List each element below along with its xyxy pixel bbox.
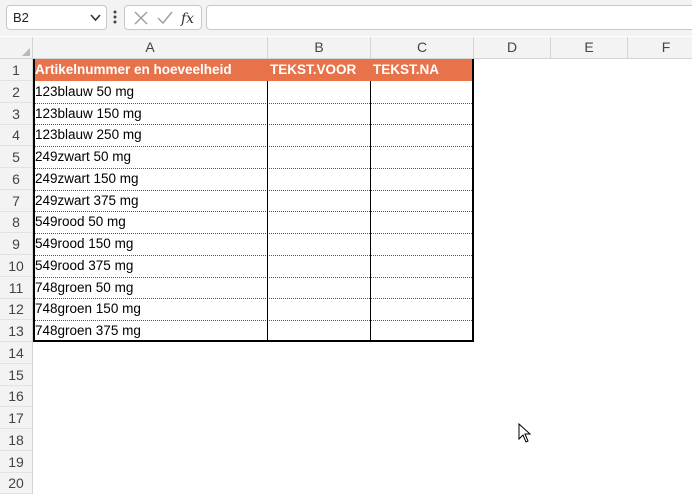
svg-text:fx: fx [180,11,194,26]
row-header[interactable]: 17 [0,407,32,429]
row-header[interactable]: 2 [0,81,32,103]
select-all-button[interactable] [0,37,33,58]
row-header[interactable]: 4 [0,124,32,147]
table-header-cell[interactable]: TEKST.NA [371,59,474,81]
column-header-c[interactable]: C [371,37,474,58]
table-cell[interactable]: 549rood 375 mg [33,255,268,277]
table-cell[interactable]: 549rood 150 mg [33,233,268,255]
table-cell[interactable]: 549rood 50 mg [33,211,268,233]
column-header-b[interactable]: B [268,37,371,58]
column-header-bar: A B C D E F [0,37,692,59]
name-box[interactable]: B2 [6,5,107,30]
column-header-a[interactable]: A [33,37,268,58]
name-box-value: B2 [13,10,29,25]
table-cell[interactable]: 748groen 50 mg [33,277,268,299]
table-header-cell[interactable]: TEKST.VOOR [268,59,371,81]
chevron-down-icon[interactable] [89,11,102,24]
row-header[interactable]: 10 [0,255,32,277]
table-header-cell[interactable]: Artikelnummer en hoeveelheid [33,59,268,81]
formula-bar: B2 fx [0,0,692,36]
column-header-d[interactable]: D [474,37,551,58]
row-header[interactable]: 8 [0,211,32,234]
checkmark-icon[interactable] [157,10,173,26]
table-cell[interactable]: 249zwart 150 mg [33,168,268,190]
formula-actions: fx [124,5,202,30]
sheet-grid: Artikelnummer en hoeveelheid TEKST.VOOR … [33,59,692,494]
table-cell[interactable]: 748groen 375 mg [33,320,268,342]
row-header[interactable]: 5 [0,146,32,168]
table-cell[interactable]: 123blauw 250 mg [33,124,268,146]
row-header[interactable]: 20 [0,472,32,494]
row-header[interactable]: 15 [0,364,32,386]
cancel-x-icon[interactable] [133,10,149,26]
table-cell[interactable]: 123blauw 50 mg [33,81,268,103]
row-header[interactable]: 1 [0,59,32,81]
column-header-e[interactable]: E [551,37,628,58]
row-header[interactable]: 19 [0,451,32,473]
row-header[interactable]: 16 [0,385,32,408]
formula-input[interactable] [206,5,692,30]
row-header[interactable]: 7 [0,190,32,212]
row-header[interactable]: 9 [0,233,32,255]
mouse-pointer-icon [518,423,532,443]
row-header[interactable]: 18 [0,429,32,451]
column-header-f[interactable]: F [628,37,692,58]
row-header[interactable]: 14 [0,342,32,364]
table-cell[interactable]: 249zwart 50 mg [33,146,268,168]
row-header-bar: 1 2 3 4 5 6 7 8 9 10 11 12 13 14 15 16 1… [0,59,33,494]
vertical-dots-icon[interactable] [112,9,118,25]
table-cell[interactable]: 748groen 150 mg [33,298,268,320]
row-header[interactable]: 13 [0,320,32,342]
row-header[interactable]: 12 [0,298,32,321]
row-header[interactable]: 11 [0,277,32,299]
table-cell[interactable]: 123blauw 150 mg [33,103,268,125]
row-header[interactable]: 6 [0,168,32,190]
table-cell[interactable]: 249zwart 375 mg [33,190,268,212]
fx-icon[interactable]: fx [180,10,198,26]
row-header[interactable]: 3 [0,103,32,125]
